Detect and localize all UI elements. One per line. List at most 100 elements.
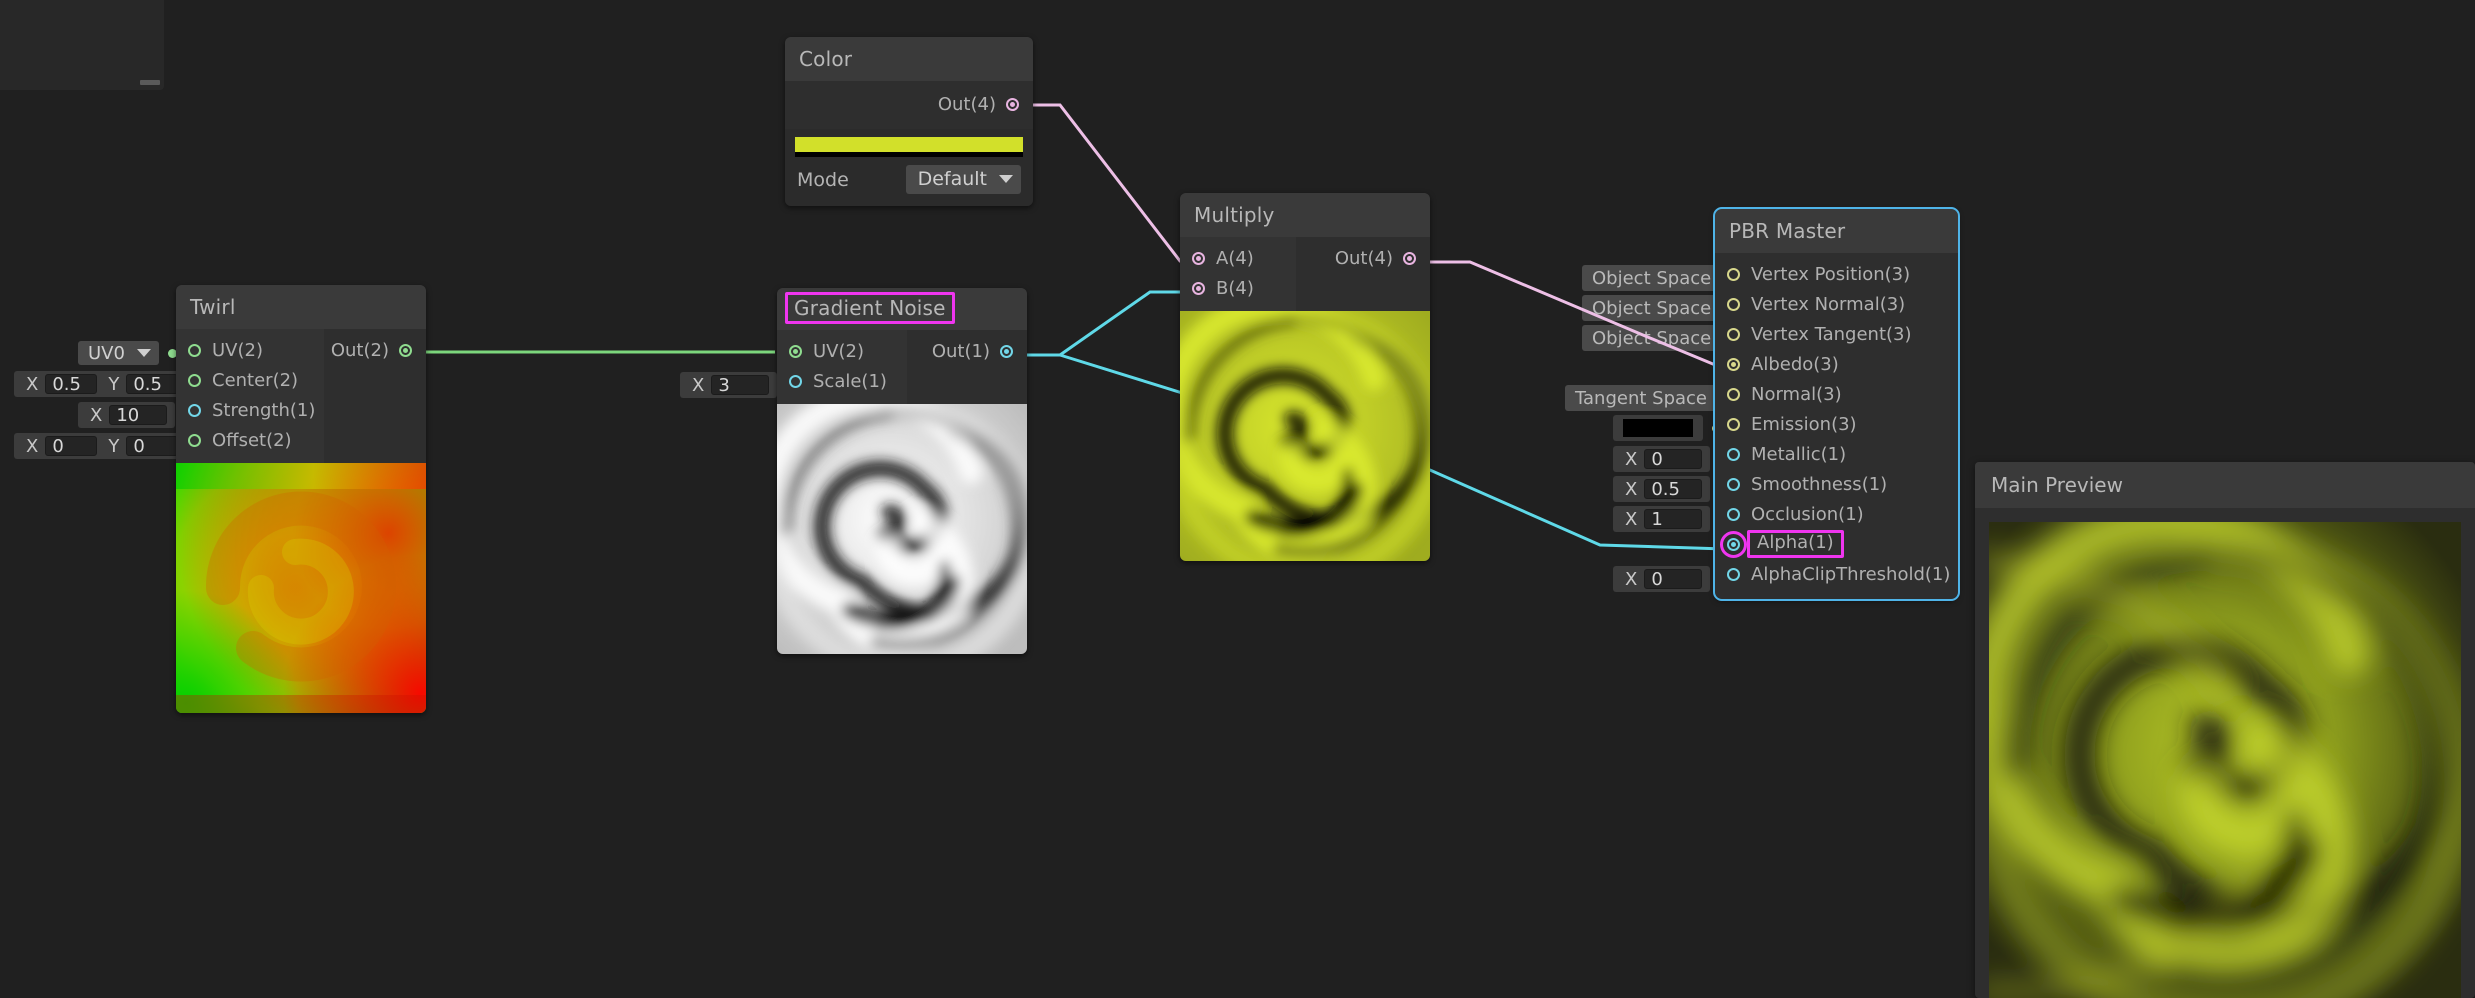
shader-graph-canvas[interactable]: Twirl UV(2) Center(2) Strength(1) Offset… (0, 0, 2475, 998)
offset-x-input[interactable]: 0 (45, 436, 98, 457)
port-multiply-a[interactable]: A(4) (1180, 243, 1296, 273)
port-dot-icon[interactable] (188, 373, 201, 387)
port-gn-out[interactable]: Out(1) (907, 336, 1027, 366)
axis-label-y: Y (108, 435, 120, 457)
port-dot-icon[interactable] (1192, 281, 1205, 295)
port-dot-icon[interactable] (1727, 507, 1740, 521)
port-albedo[interactable]: Albedo(3) (1715, 349, 1958, 379)
scale-input[interactable]: 3 (711, 375, 770, 396)
space-dropdown[interactable]: Object Space (1582, 265, 1722, 291)
port-dot-icon[interactable] (1006, 97, 1019, 111)
port-dot-icon[interactable] (1727, 447, 1740, 461)
space-dropdown[interactable]: Tangent Space (1565, 385, 1717, 411)
port-dot-icon[interactable] (1000, 344, 1013, 358)
port-vertex-tangent[interactable]: Vertex Tangent(3) (1715, 319, 1958, 349)
float-field[interactable]: X 0 (1613, 566, 1711, 592)
port-multiply-out[interactable]: Out(4) (1296, 243, 1430, 273)
color-swatch[interactable] (795, 137, 1023, 157)
port-dot-icon[interactable] (1727, 477, 1740, 491)
axis-label-x: X (90, 404, 103, 426)
port-dot-icon[interactable] (1727, 297, 1740, 311)
color-swatch-wrap[interactable] (785, 129, 1033, 161)
port-dot-icon[interactable] (1727, 327, 1740, 341)
port-multiply-b[interactable]: B(4) (1180, 273, 1296, 303)
emission-color-swatch[interactable] (1623, 419, 1693, 437)
pbr-slot-normal[interactable]: Tangent Space (1565, 385, 1735, 411)
chevron-down-icon[interactable] (999, 175, 1013, 183)
node-color[interactable]: Color Out(4) Mode Default (785, 37, 1033, 206)
port-alpha-clip-threshold[interactable]: AlphaClipThreshold(1) (1715, 559, 1958, 589)
port-dot-icon[interactable] (1403, 251, 1416, 265)
center-y-input[interactable]: 0.5 (126, 374, 179, 395)
color-mode-dropdown[interactable]: Default (905, 165, 1021, 194)
center-x-input[interactable]: 0.5 (45, 374, 98, 395)
port-dot-icon[interactable] (188, 343, 201, 357)
pbr-slot-alpha-clip-threshold[interactable]: X 0 (1613, 566, 1729, 592)
node-multiply[interactable]: Multiply A(4) B(4) Out(4) (1180, 193, 1430, 561)
chevron-down-icon[interactable] (136, 349, 151, 357)
offset-y-input[interactable]: 0 (126, 436, 179, 457)
space-dropdown[interactable]: Object Space (1582, 295, 1722, 321)
float-field[interactable]: X 0 (1613, 446, 1711, 472)
port-alpha[interactable]: Alpha(1) (1715, 529, 1958, 559)
port-label: UV(2) (212, 339, 263, 361)
port-twirl-strength[interactable]: Strength(1) (176, 395, 324, 425)
port-vertex-normal[interactable]: Vertex Normal(3) (1715, 289, 1958, 319)
port-emission[interactable]: Emission(3) (1715, 409, 1958, 439)
smoothness-input[interactable]: 0.5 (1644, 479, 1703, 500)
port-twirl-out[interactable]: Out(2) (324, 335, 426, 365)
pbr-slot-occlusion[interactable]: X 1 (1613, 506, 1729, 532)
node-pbr-master-title: PBR Master (1715, 209, 1958, 253)
pbr-slot-emission[interactable] (1613, 415, 1721, 441)
axis-label-x: X (1625, 568, 1638, 590)
port-twirl-center[interactable]: Center(2) (176, 365, 324, 395)
pbr-slot-metallic[interactable]: X 0 (1613, 446, 1729, 472)
port-dot-icon[interactable] (188, 403, 201, 417)
port-color-out[interactable]: Out(4) (785, 89, 1033, 119)
vector2-field[interactable]: X 0 Y 0 (14, 433, 187, 459)
port-normal[interactable]: Normal(3) (1715, 379, 1958, 409)
port-twirl-offset[interactable]: Offset(2) (176, 425, 324, 455)
space-dropdown[interactable]: Object Space (1582, 325, 1722, 351)
port-metallic[interactable]: Metallic(1) (1715, 439, 1958, 469)
float-field[interactable]: X 10 (78, 402, 176, 428)
float-field[interactable]: X 3 (680, 372, 778, 398)
port-dot-icon[interactable] (1720, 530, 1747, 558)
color-field[interactable] (1613, 415, 1703, 441)
color-mode-row: Mode Default (785, 161, 1033, 206)
node-pbr-master[interactable]: PBR Master Vertex Position(3) Vertex Nor… (1713, 207, 1960, 601)
main-preview-render[interactable] (1975, 500, 2475, 998)
float-field[interactable]: X 1 (1613, 506, 1711, 532)
port-twirl-uv[interactable]: UV(2) (176, 335, 324, 365)
port-dot-icon[interactable] (1727, 567, 1740, 581)
port-gn-scale[interactable]: Scale(1) (777, 366, 907, 396)
port-label: Out(4) (1334, 247, 1393, 269)
port-dot-icon[interactable] (188, 433, 201, 447)
axis-label-y: Y (108, 373, 120, 395)
port-vertex-position[interactable]: Vertex Position(3) (1715, 259, 1958, 289)
float-field[interactable]: X 0.5 (1613, 476, 1711, 502)
main-preview-window[interactable]: Main Preview (1975, 462, 2475, 998)
strength-input[interactable]: 10 (109, 405, 168, 426)
twirl-slot-uv[interactable]: UV0 (78, 340, 177, 366)
uv-channel-dropdown[interactable]: UV0 (78, 341, 159, 365)
port-dot-icon[interactable] (1727, 417, 1740, 431)
port-dot-icon[interactable] (1192, 251, 1205, 265)
node-twirl[interactable]: Twirl UV(2) Center(2) Strength(1) Offset… (176, 285, 426, 713)
port-dot-icon[interactable] (1727, 267, 1740, 281)
metallic-input[interactable]: 0 (1644, 449, 1703, 470)
dropdown-value: Object Space (1592, 327, 1712, 349)
port-dot-icon[interactable] (399, 343, 412, 357)
port-smoothness[interactable]: Smoothness(1) (1715, 469, 1958, 499)
vector2-field[interactable]: X 0.5 Y 0.5 (14, 371, 187, 397)
pbr-slot-smoothness[interactable]: X 0.5 (1613, 476, 1729, 502)
occlusion-input[interactable]: 1 (1644, 509, 1703, 530)
port-dot-icon[interactable] (1727, 387, 1740, 401)
port-dot-icon[interactable] (789, 344, 802, 358)
port-occlusion[interactable]: Occlusion(1) (1715, 499, 1958, 529)
node-gradient-noise[interactable]: Gradient Noise UV(2) Scale(1) Out(1) (777, 288, 1027, 654)
alpha-clip-threshold-input[interactable]: 0 (1644, 569, 1703, 590)
port-dot-icon[interactable] (789, 374, 802, 388)
port-dot-icon[interactable] (1727, 357, 1740, 371)
port-gn-uv[interactable]: UV(2) (777, 336, 907, 366)
